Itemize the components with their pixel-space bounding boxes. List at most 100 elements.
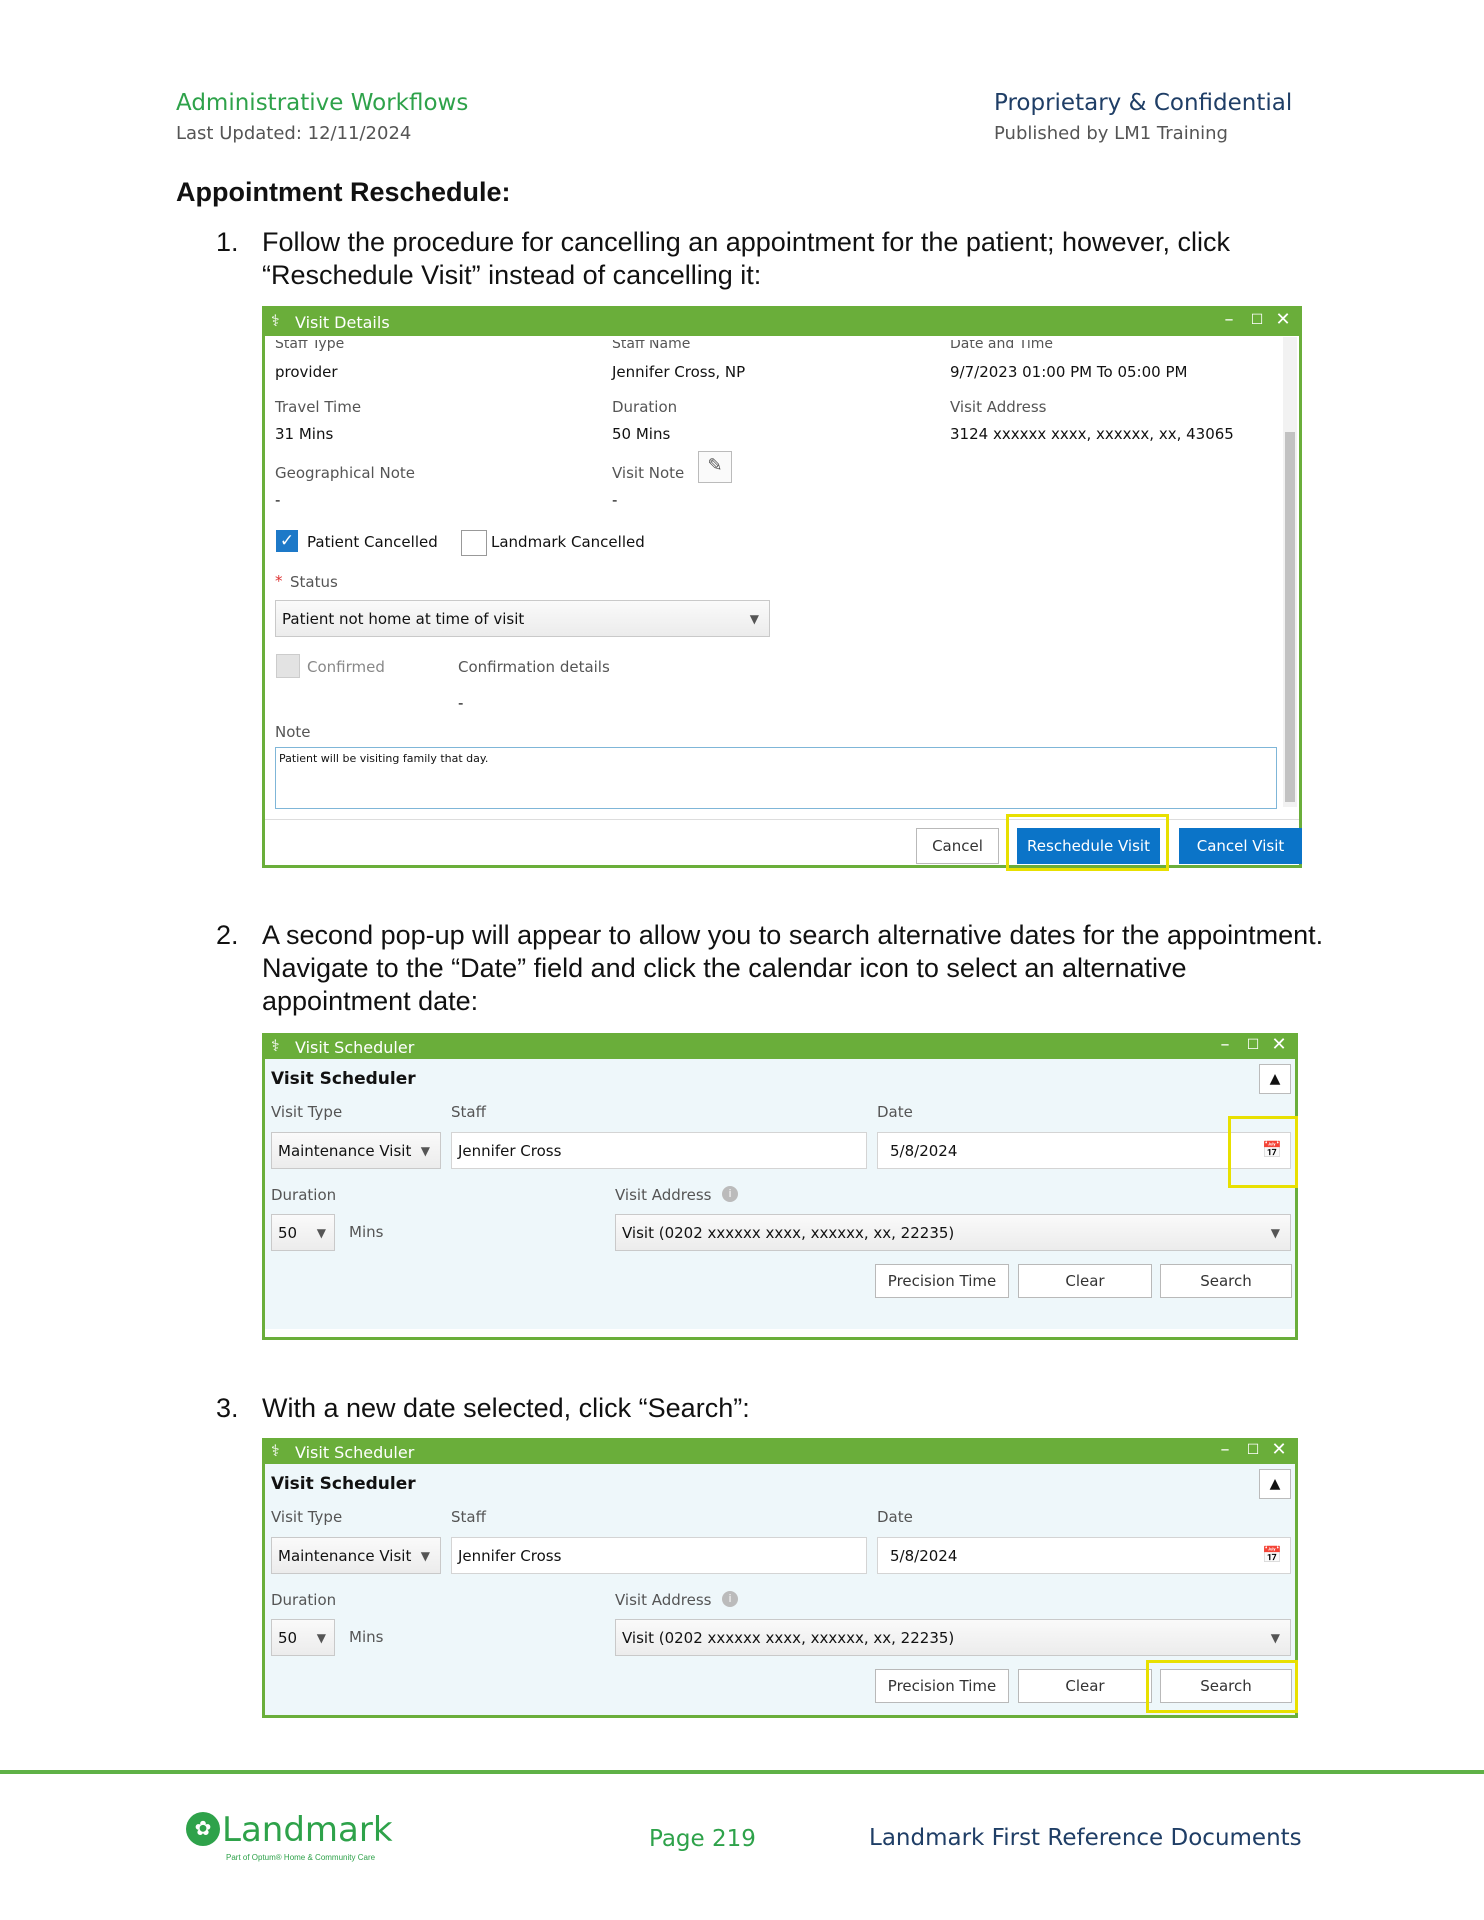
visit-address-value: Visit (0202 xxxxxx xxxx, xxxxxx, xx, 222… [622, 1223, 955, 1242]
title-bar: ⚕ Visit Scheduler – ☐ ✕ [265, 1034, 1295, 1059]
date-label: Date [877, 1508, 913, 1526]
landmark-logo-icon: ✿ [186, 1812, 220, 1846]
window-title: Visit Details [295, 313, 390, 332]
title-bar: ⚕ Visit Scheduler – ☐ ✕ [265, 1439, 1295, 1464]
landmark-logo-text: Landmark [222, 1810, 393, 1850]
minimize-icon[interactable]: – [1213, 1439, 1237, 1460]
visit-details-window: ⚕ Visit Details – ☐ ✕ Staff Type provide… [262, 306, 1302, 868]
visit-address-label: Visit Address [615, 1186, 712, 1204]
staff-value: Jennifer Cross [458, 1141, 562, 1160]
visit-note-value: - [612, 491, 618, 509]
visit-type-value: Maintenance Visit [278, 1546, 412, 1565]
calendar-icon[interactable]: 📅 [1262, 1545, 1282, 1564]
edit-note-pencil-icon[interactable]: ✎ [698, 451, 732, 483]
date-input[interactable]: 5/8/2024 📅 [877, 1537, 1291, 1574]
clear-button[interactable]: Clear [1018, 1264, 1152, 1298]
visit-address-value: Visit (0202 xxxxxx xxxx, xxxxxx, xx, 222… [622, 1628, 955, 1647]
travel-time-label: Travel Time [275, 398, 362, 416]
clear-label: Clear [1065, 1272, 1105, 1290]
date-time-label: Date and Time [950, 336, 1053, 352]
patient-cancelled-label: Patient Cancelled [307, 533, 438, 551]
window-title: Visit Scheduler [295, 1443, 415, 1462]
visit-address-select[interactable]: Visit (0202 xxxxxx xxxx, xxxxxx, xx, 222… [615, 1619, 1291, 1656]
maximize-icon[interactable]: ☐ [1241, 1442, 1265, 1458]
step-3: 3. With a new date selected, click “Sear… [216, 1392, 1316, 1427]
info-icon: i [722, 1186, 738, 1202]
chevron-down-icon: ▼ [420, 1143, 430, 1158]
confirmation-details-value: - [458, 694, 464, 712]
scrollbar-thumb[interactable] [1285, 432, 1295, 802]
staff-type-label: Staff Type [275, 336, 345, 352]
footer-divider [0, 1770, 1484, 1774]
window-title: Visit Scheduler [295, 1038, 415, 1057]
clear-label: Clear [1065, 1677, 1105, 1695]
staff-type-value: provider [275, 363, 338, 381]
duration-value: 50 [278, 1628, 298, 1647]
duration-select[interactable]: 50 ▼ [271, 1214, 335, 1251]
precision-time-button[interactable]: Precision Time [875, 1669, 1009, 1703]
confirmed-label: Confirmed [307, 658, 385, 676]
staff-label: Staff [451, 1103, 486, 1121]
cancel-visit-button-label: Cancel Visit [1196, 837, 1285, 855]
date-label: Date [877, 1103, 913, 1121]
duration-label: Duration [271, 1186, 337, 1204]
minimize-icon[interactable]: – [1217, 309, 1241, 330]
visit-type-select[interactable]: Maintenance Visit ▼ [271, 1537, 441, 1574]
step-text: With a new date selected, click “Search”… [262, 1393, 750, 1423]
duration-select[interactable]: 50 ▼ [271, 1619, 335, 1656]
section-title: Appointment Reschedule: [176, 177, 511, 207]
maximize-icon[interactable]: ☐ [1241, 1037, 1265, 1053]
status-label: Status [290, 573, 338, 591]
chevron-down-icon: ▼ [316, 1225, 326, 1240]
duration-label: Duration [612, 398, 678, 416]
note-textarea[interactable]: Patient will be visiting family that day… [275, 747, 1277, 809]
cancel-visit-button[interactable]: Cancel Visit [1179, 828, 1302, 864]
close-icon[interactable]: ✕ [1271, 309, 1295, 330]
maximize-icon[interactable]: ☐ [1245, 312, 1269, 328]
date-value: 5/8/2024 [890, 1141, 958, 1160]
clear-button[interactable]: Clear [1018, 1669, 1152, 1703]
step-number: 2. [216, 920, 239, 950]
minimize-icon[interactable]: – [1213, 1034, 1237, 1055]
page-number: Page 219 [649, 1826, 756, 1852]
mins-label: Mins [349, 1223, 384, 1241]
info-icon: i [722, 1591, 738, 1607]
highlight-search-button [1146, 1660, 1298, 1713]
patient-cancelled-checkbox[interactable]: ✓ [276, 530, 298, 552]
scrollbar-track[interactable] [1283, 337, 1297, 807]
staff-label: Staff [451, 1508, 486, 1526]
cancel-button[interactable]: Cancel [916, 828, 999, 864]
note-label: Note [275, 723, 311, 741]
status-select[interactable]: Patient not home at time of visit ▼ [275, 600, 770, 637]
landmark-cancelled-label: Landmark Cancelled [491, 533, 645, 551]
highlight-reschedule-visit [1006, 814, 1169, 871]
precision-time-button[interactable]: Precision Time [875, 1264, 1009, 1298]
close-icon[interactable]: ✕ [1267, 1439, 1291, 1460]
visit-address-select[interactable]: Visit (0202 xxxxxx xxxx, xxxxxx, xx, 222… [615, 1214, 1291, 1251]
step-text: Follow the procedure for cancelling an a… [262, 227, 1231, 290]
visit-type-select[interactable]: Maintenance Visit ▼ [271, 1132, 441, 1169]
confirmed-checkbox[interactable] [276, 654, 300, 678]
collapse-button[interactable]: ▲ [1259, 1064, 1291, 1094]
app-icon: ⚕ [271, 311, 280, 330]
staff-input[interactable]: Jennifer Cross [451, 1537, 867, 1574]
visit-address-label: Visit Address [950, 398, 1047, 416]
search-button[interactable]: Search [1160, 1264, 1292, 1298]
chevron-down-icon: ▼ [420, 1548, 430, 1563]
geo-note-value: - [275, 491, 281, 509]
step-number: 1. [216, 227, 239, 257]
collapse-button[interactable]: ▲ [1259, 1469, 1291, 1499]
confirmation-details-label: Confirmation details [458, 658, 610, 676]
visit-address-label: Visit Address [615, 1591, 712, 1609]
app-icon: ⚕ [271, 1441, 280, 1460]
search-label: Search [1200, 1272, 1252, 1290]
required-asterisk: * [275, 572, 283, 590]
staff-input[interactable]: Jennifer Cross [451, 1132, 867, 1169]
precision-time-label: Precision Time [887, 1677, 997, 1695]
travel-time-value: 31 Mins [275, 425, 334, 443]
duration-label: Duration [271, 1591, 337, 1609]
close-icon[interactable]: ✕ [1267, 1034, 1291, 1055]
step-text: A second pop-up will appear to allow you… [262, 920, 1324, 1016]
visit-type-value: Maintenance Visit [278, 1141, 412, 1160]
landmark-cancelled-checkbox[interactable] [461, 530, 487, 556]
